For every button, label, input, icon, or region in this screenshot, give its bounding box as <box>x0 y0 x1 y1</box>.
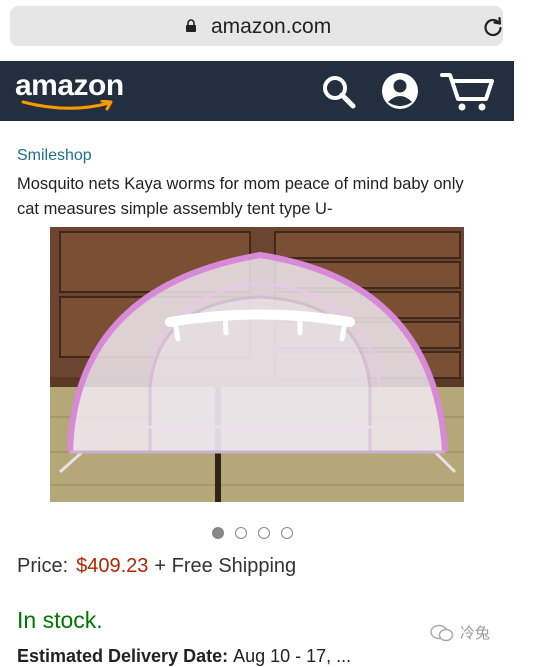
wechat-icon <box>430 624 454 641</box>
seller-link[interactable]: Smileshop <box>17 147 92 165</box>
product-title: Mosquito nets Kaya worms for mom peace o… <box>17 175 464 218</box>
site-header: amazon <box>0 61 514 121</box>
url-text: amazon.com <box>211 15 332 38</box>
price-row: Price: $409.23 + Free Shipping <box>17 555 296 578</box>
shipping-info: + Free Shipping <box>154 555 297 577</box>
amazon-logo[interactable]: amazon <box>15 69 124 111</box>
delivery-dates: Aug 10 - 17, ... <box>233 646 352 666</box>
carousel-dot-2[interactable] <box>235 527 247 539</box>
reload-icon[interactable] <box>482 16 504 38</box>
price-label: Price: <box>17 555 69 577</box>
image-carousel-dots <box>212 527 293 541</box>
lock-icon <box>186 19 196 32</box>
account-icon[interactable] <box>381 72 419 110</box>
stock-status: In stock. <box>17 607 103 633</box>
watermark-text: 冷兔 <box>460 625 491 642</box>
logo-text: amazon <box>15 69 124 102</box>
delivery-date: Estimated Delivery Date: Aug 10 - 17, ..… <box>17 646 351 667</box>
search-icon[interactable] <box>321 74 357 110</box>
price-value: $409.23 <box>76 555 149 577</box>
browser-url-bar[interactable]: amazon.com <box>10 6 503 46</box>
product-image[interactable] <box>50 227 464 502</box>
carousel-dot-3[interactable] <box>258 527 270 539</box>
carousel-dot-1[interactable] <box>212 527 224 539</box>
smile-arrow-icon <box>21 100 113 111</box>
watermark: 冷兔 <box>430 622 490 643</box>
delivery-label: Estimated Delivery Date: <box>17 646 229 666</box>
cart-icon[interactable] <box>440 69 494 113</box>
carousel-dot-4[interactable] <box>281 527 293 539</box>
